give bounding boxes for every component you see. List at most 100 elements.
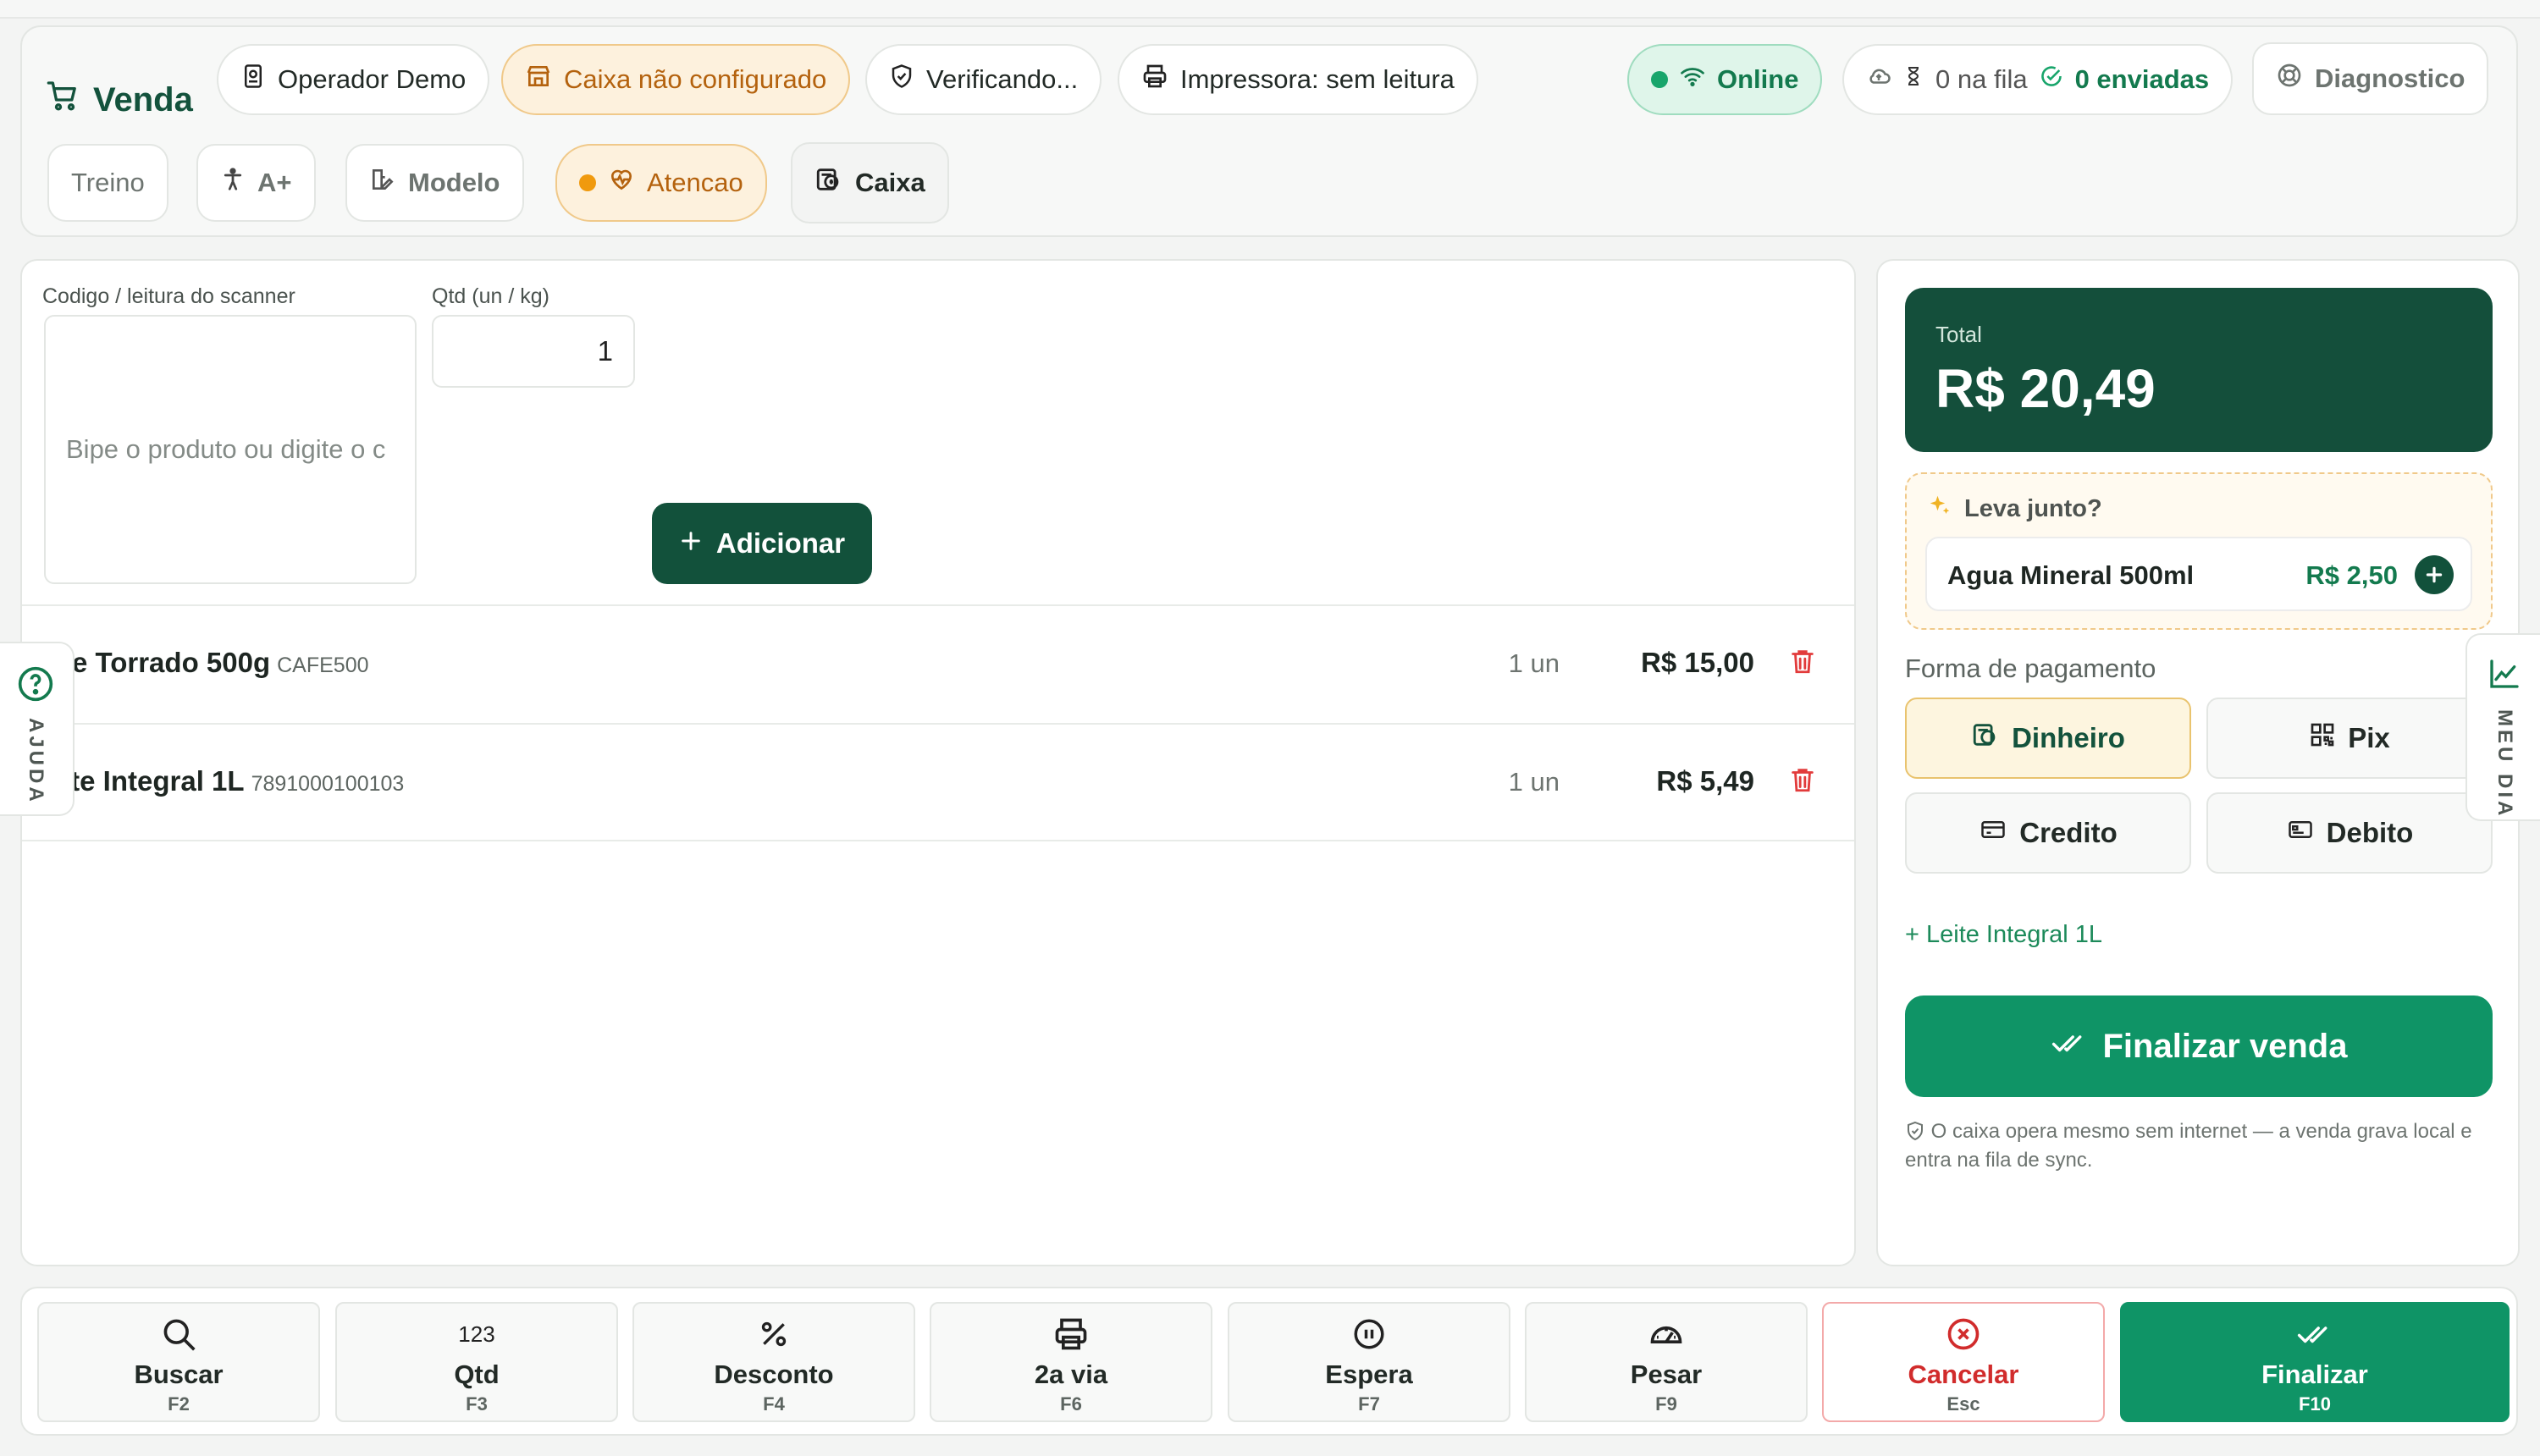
help-tab[interactable]: AJUDA [0,642,75,816]
shortcut-label: Espera [1325,1359,1413,1389]
shortcut-qty[interactable]: 123 Qtd F3 [335,1302,618,1422]
upsell-title: Leva junto? [1964,494,2102,522]
register-status-pill[interactable]: Caixa não configurado [501,44,851,115]
accessibility-label: A+ [257,168,292,197]
payment-debit-button[interactable]: Debito [2206,792,2493,874]
register-button[interactable]: Caixa [791,142,949,223]
qr-code-icon [2309,721,2336,755]
accessibility-button[interactable]: A+ [196,144,316,222]
operator-pill[interactable]: Operador Demo [217,44,490,115]
diagnostics-label: Diagnostico [2315,63,2465,93]
attention-button[interactable]: Atencao [555,144,767,222]
shortcut-key: F3 [466,1393,488,1415]
pause-icon [1351,1315,1387,1353]
shortcut-finish[interactable]: Finalizar F10 [2120,1302,2510,1422]
shortcut-bar: Buscar F2 123 Qtd F3 Desconto F4 2a via … [20,1287,2518,1436]
payment-credit-label: Credito [2019,817,2118,848]
check-double-icon [2051,1028,2088,1066]
shortcut-key: F9 [1655,1393,1677,1415]
operator-name: Operador Demo [278,64,467,94]
cart-row[interactable]: ite Integral 1L 7891000100103 1 un R$ 5,4… [22,723,1854,841]
shortcut-discount[interactable]: Desconto F4 [632,1302,915,1422]
shortcut-search[interactable]: Buscar F2 [37,1302,320,1422]
shortcut-label: Desconto [714,1359,834,1389]
sync-queue-pill[interactable]: 0 na fila 0 enviadas [1842,44,2234,115]
cart-item-code: 7891000100103 [251,772,405,796]
trash-icon[interactable] [1788,764,1817,800]
cart-item-qty: 1 un [1508,648,1560,678]
heart-pulse-icon [608,166,635,200]
training-label: Treino [71,168,145,197]
total-value: R$ 20,49 [1935,358,2156,419]
store-icon [525,63,552,97]
upsell-item-name: Agua Mineral 500ml [1947,560,2195,590]
payment-credit-button[interactable]: Credito [1905,792,2191,874]
training-button[interactable]: Treino [47,144,168,222]
brand: Venda [46,64,193,135]
credit-card-icon [1979,817,2007,849]
shortcut-key: F4 [763,1393,785,1415]
payment-pix-label: Pix [2348,722,2390,753]
add-button-label: Adicionar [715,527,846,559]
shortcut-weigh[interactable]: Pesar F9 [1525,1302,1808,1422]
qty-input[interactable]: 1 [432,315,635,388]
upsell-item-price: R$ 2,50 [2305,560,2398,590]
cloud-icon [1866,63,1891,96]
trash-icon[interactable] [1788,645,1817,681]
chart-line-icon [2488,657,2521,695]
diagnostics-button[interactable]: Diagnostico [2252,42,2489,115]
finish-sale-button[interactable]: Finalizar venda [1905,995,2493,1097]
wifi-icon [1680,63,1705,96]
attention-dot [579,174,596,191]
cart-item-name: ite Integral 1L [63,765,245,797]
help-tab-label: AJUDA [25,718,47,805]
shortcut-hold[interactable]: Espera F7 [1228,1302,1510,1422]
lifebuoy-icon [2276,62,2303,96]
layout-edit-icon [369,166,396,200]
register-status-text: Caixa não configurado [564,64,827,94]
register-label: Caixa [855,168,925,197]
scan-input-box[interactable] [44,315,417,584]
printer-icon [1141,63,1168,97]
sparkle-icon [1927,493,1952,525]
shortcut-key: F6 [1060,1393,1082,1415]
cart-item-code: CAFE500 [277,654,369,677]
payment-cash-button[interactable]: Dinheiro [1905,698,2191,779]
brand-title: Venda [93,80,193,119]
shortcut-key: F2 [168,1393,190,1415]
verify-pill[interactable]: Verificando... [865,44,1102,115]
top-strip [0,0,2540,19]
printer-text: Impressora: sem leitura [1180,64,1455,94]
cash-register-icon [1971,720,2000,756]
shortcut-reprint[interactable]: 2a via F6 [930,1302,1212,1422]
payment-pix-button[interactable]: Pix [2206,698,2493,779]
cart-item-price: R$ 5,49 [1656,765,1754,797]
sent-count: 0 enviadas [2074,64,2210,94]
shortcut-cancel[interactable]: Cancelar Esc [1822,1302,2105,1422]
cart-row[interactable]: fe Torrado 500g CAFE500 1 un R$ 15,00 [22,604,1854,723]
printer-icon [1052,1315,1090,1353]
search-icon [160,1315,197,1353]
my-day-tab-label: MEU DIA [2493,709,2516,819]
shortcut-key: F10 [2299,1393,2331,1415]
offline-note-text: O caixa opera mesmo sem internet — a ven… [1905,1120,2472,1172]
network-status-pill[interactable]: Online [1627,44,1823,115]
plus-circle-icon[interactable] [2415,555,2454,594]
recent-add-link[interactable]: + Leite Integral 1L [1905,921,2102,949]
offline-note: O caixa opera mesmo sem internet — a ven… [1905,1117,2498,1175]
cancel-icon [1945,1315,1982,1353]
cart-icon [46,79,80,121]
debit-card-icon [2286,817,2315,849]
finish-sale-label: Finalizar venda [2102,1027,2348,1065]
attention-label: Atencao [647,168,743,197]
payment-debit-label: Debito [2326,817,2414,848]
upsell-item[interactable]: Agua Mineral 500ml R$ 2,50 [1925,537,2472,611]
shortcut-label: 2a via [1034,1359,1108,1389]
scan-input[interactable] [66,434,415,465]
check-circle-icon [2040,64,2063,95]
badge-icon [240,63,266,96]
my-day-tab[interactable]: MEU DIA [2465,633,2540,821]
add-button[interactable]: Adicionar [652,503,872,584]
printer-pill[interactable]: Impressora: sem leitura [1118,44,1478,115]
model-button[interactable]: Modelo [345,144,524,222]
